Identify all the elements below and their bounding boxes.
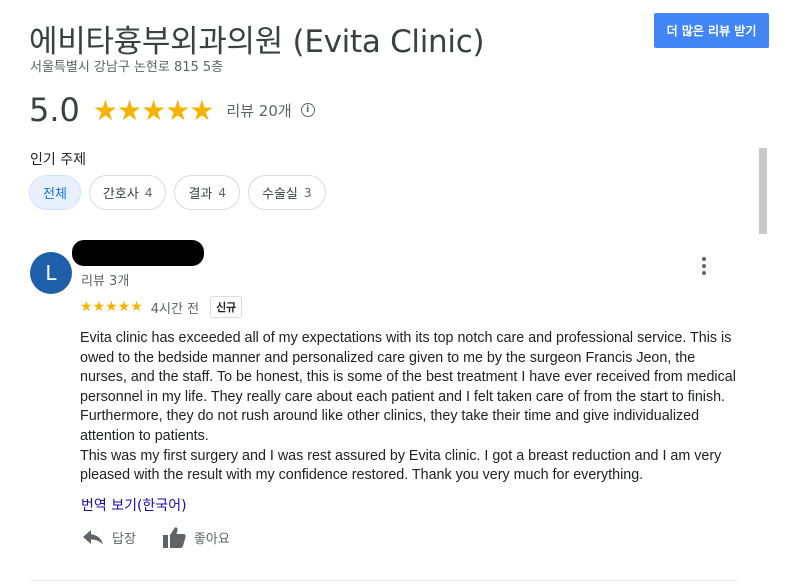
review-stars: ★★★★★ bbox=[80, 299, 143, 315]
topic-chip-count: 3 bbox=[303, 185, 312, 200]
reply-button[interactable]: 답장 bbox=[82, 528, 136, 547]
reply-label: 답장 bbox=[112, 531, 136, 547]
topic-chip-result[interactable]: 결과 4 bbox=[174, 175, 241, 210]
popular-topics-label: 인기 주제 bbox=[30, 152, 86, 168]
like-label: 좋아요 bbox=[193, 531, 230, 547]
review-text: Evita clinic has exceeded all of my expe… bbox=[80, 329, 740, 486]
more-options-icon[interactable] bbox=[694, 255, 714, 279]
divider bbox=[30, 580, 738, 581]
topic-chip-label: 수술실 bbox=[262, 187, 298, 202]
topic-chip-count: 4 bbox=[218, 185, 227, 200]
topic-chip-label: 결과 bbox=[188, 187, 213, 202]
place-title: 에비타흉부외과의원 (Evita Clinic) bbox=[29, 24, 485, 60]
topic-chip-count: 4 bbox=[144, 185, 153, 200]
topic-chips: 전체 간호사 4 결과 4 수술실 3 bbox=[29, 175, 326, 210]
topic-chip-nurse[interactable]: 간호사 4 bbox=[88, 175, 167, 210]
place-address: 서울특별시 강남구 논현로 815 5층 bbox=[30, 60, 224, 75]
topic-chip-operating-room[interactable]: 수술실 3 bbox=[248, 175, 326, 210]
reviewer-review-count: 리뷰 3개 bbox=[81, 274, 130, 289]
rating-stars: ★★★★★ bbox=[92, 93, 215, 127]
review-actions: 답장 좋아요 bbox=[82, 526, 256, 548]
rating-summary: 5.0 ★★★★★ 리뷰 20개 i bbox=[29, 88, 315, 132]
reply-icon bbox=[83, 530, 103, 545]
review-paragraph: This was my first surgery and I was rest… bbox=[80, 447, 722, 484]
topic-chip-label: 전체 bbox=[43, 187, 67, 202]
avatar[interactable]: L bbox=[30, 252, 72, 294]
redacted-reviewer-name bbox=[72, 240, 204, 266]
new-badge: 신규 bbox=[210, 296, 243, 318]
review-meta: ★★★★★ 4시간 전 신규 bbox=[80, 296, 243, 318]
scrollbar-thumb[interactable] bbox=[759, 148, 767, 234]
thumbs-up-icon bbox=[162, 527, 186, 548]
review-time: 4시간 전 bbox=[150, 301, 200, 317]
topic-chip-all[interactable]: 전체 bbox=[29, 175, 81, 210]
translate-link[interactable]: 번역 보기(한국어) bbox=[81, 495, 187, 515]
review-paragraph: Evita clinic has exceeded all of my expe… bbox=[80, 330, 736, 444]
review-count: 리뷰 20개 bbox=[226, 101, 292, 120]
info-icon[interactable]: i bbox=[300, 103, 315, 117]
average-rating: 5.0 bbox=[29, 91, 80, 129]
get-more-reviews-button[interactable]: 더 많은 리뷰 받기 bbox=[654, 13, 769, 48]
topic-chip-label: 간호사 bbox=[102, 187, 139, 202]
like-button[interactable]: 좋아요 bbox=[162, 526, 230, 548]
